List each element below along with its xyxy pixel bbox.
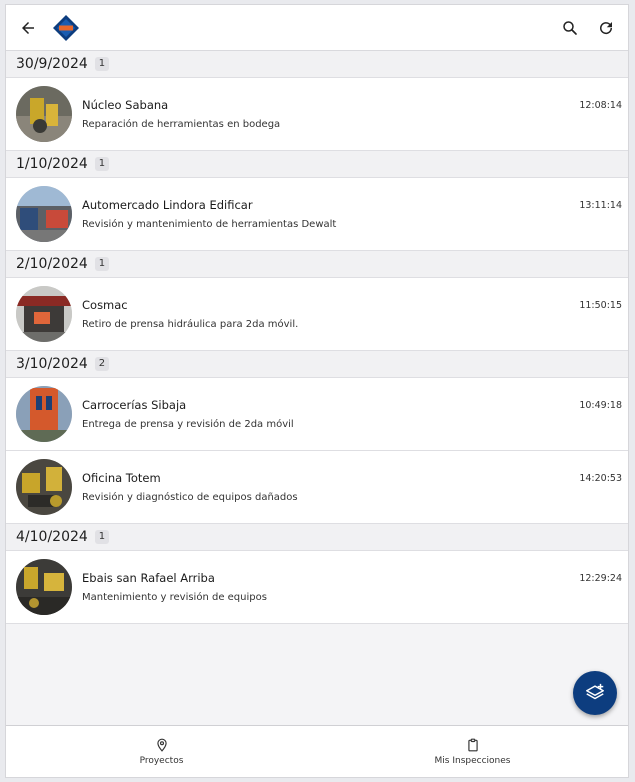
item-time: 12:08:14 [579, 100, 622, 111]
group-count-badge: 1 [94, 257, 110, 271]
list-item[interactable]: Automercado Lindora Edificar Revisión y … [6, 178, 628, 251]
item-subtitle: Revisión y diagnóstico de equipos dañado… [82, 492, 298, 503]
tab-mis-inspecciones[interactable]: Mis Inspecciones [317, 726, 628, 777]
location-pin-icon [156, 738, 167, 752]
avatar [16, 386, 72, 442]
bottom-navigation: Proyectos Mis Inspecciones [6, 725, 628, 777]
search-button[interactable] [556, 14, 584, 42]
list-item[interactable]: Cosmac Retiro de prensa hidráulica para … [6, 278, 628, 351]
group-count-badge: 1 [94, 157, 110, 171]
date-group-header: 3/10/2024 2 [6, 351, 628, 378]
item-time: 14:20:53 [579, 473, 622, 484]
item-title: Automercado Lindora Edificar [82, 198, 253, 212]
top-app-bar [6, 5, 628, 51]
item-subtitle: Entrega de prensa y revisión de 2da móvi… [82, 419, 294, 430]
item-time: 12:29:24 [579, 573, 622, 584]
tab-proyectos[interactable]: Proyectos [6, 726, 317, 777]
group-date: 1/10/2024 [16, 156, 88, 172]
date-group-header: 2/10/2024 1 [6, 251, 628, 278]
avatar [16, 459, 72, 515]
item-subtitle: Revisión y mantenimiento de herramientas… [82, 219, 337, 230]
tab-label: Proyectos [139, 756, 184, 766]
item-title: Carrocerías Sibaja [82, 398, 187, 412]
item-subtitle: Mantenimiento y revisión de equipos [82, 592, 267, 603]
search-icon [563, 20, 577, 35]
refresh-icon [600, 21, 613, 34]
clipboard-icon [467, 738, 478, 752]
group-date: 30/9/2024 [16, 56, 88, 72]
avatar [16, 186, 72, 242]
date-group-header: 1/10/2024 1 [6, 151, 628, 178]
avatar [16, 559, 72, 615]
arrow-left-icon [22, 21, 34, 34]
brand-logo [52, 14, 80, 42]
date-group-header: 30/9/2024 1 [6, 51, 628, 78]
tab-label: Mis Inspecciones [434, 756, 511, 766]
avatar [16, 286, 72, 342]
item-subtitle: Reparación de herramientas en bodega [82, 119, 281, 130]
brand-diamond-logo [53, 14, 79, 41]
item-title: Ebais san Rafael Arriba [82, 571, 215, 585]
app-window: 30/9/2024 1 Núcleo Sabana Reparación de … [5, 4, 629, 778]
inspection-list: 30/9/2024 1 Núcleo Sabana Reparación de … [6, 51, 628, 624]
item-time: 13:11:14 [579, 200, 622, 211]
item-title: Cosmac [82, 298, 128, 312]
add-layers-icon [586, 683, 604, 700]
date-group-header: 4/10/2024 1 [6, 524, 628, 551]
list-item[interactable]: Oficina Totem Revisión y diagnóstico de … [6, 451, 628, 524]
list-item[interactable]: Núcleo Sabana Reparación de herramientas… [6, 78, 628, 151]
group-date: 3/10/2024 [16, 356, 88, 372]
group-count-badge: 1 [94, 530, 110, 544]
item-time: 10:49:18 [579, 400, 622, 411]
group-count-badge: 1 [94, 57, 110, 71]
group-count-badge: 2 [94, 357, 110, 371]
avatar [16, 86, 72, 142]
item-title: Núcleo Sabana [82, 98, 169, 112]
list-item[interactable]: Carrocerías Sibaja Entrega de prensa y r… [6, 378, 628, 451]
item-time: 11:50:15 [579, 300, 622, 311]
list-item[interactable]: Ebais san Rafael Arriba Mantenimiento y … [6, 551, 628, 624]
item-title: Oficina Totem [82, 471, 161, 485]
group-date: 2/10/2024 [16, 256, 88, 272]
group-date: 4/10/2024 [16, 529, 88, 545]
back-button[interactable] [14, 14, 42, 42]
refresh-button[interactable] [592, 14, 620, 42]
add-inspection-fab[interactable] [573, 671, 617, 715]
item-subtitle: Retiro de prensa hidráulica para 2da móv… [82, 319, 299, 330]
